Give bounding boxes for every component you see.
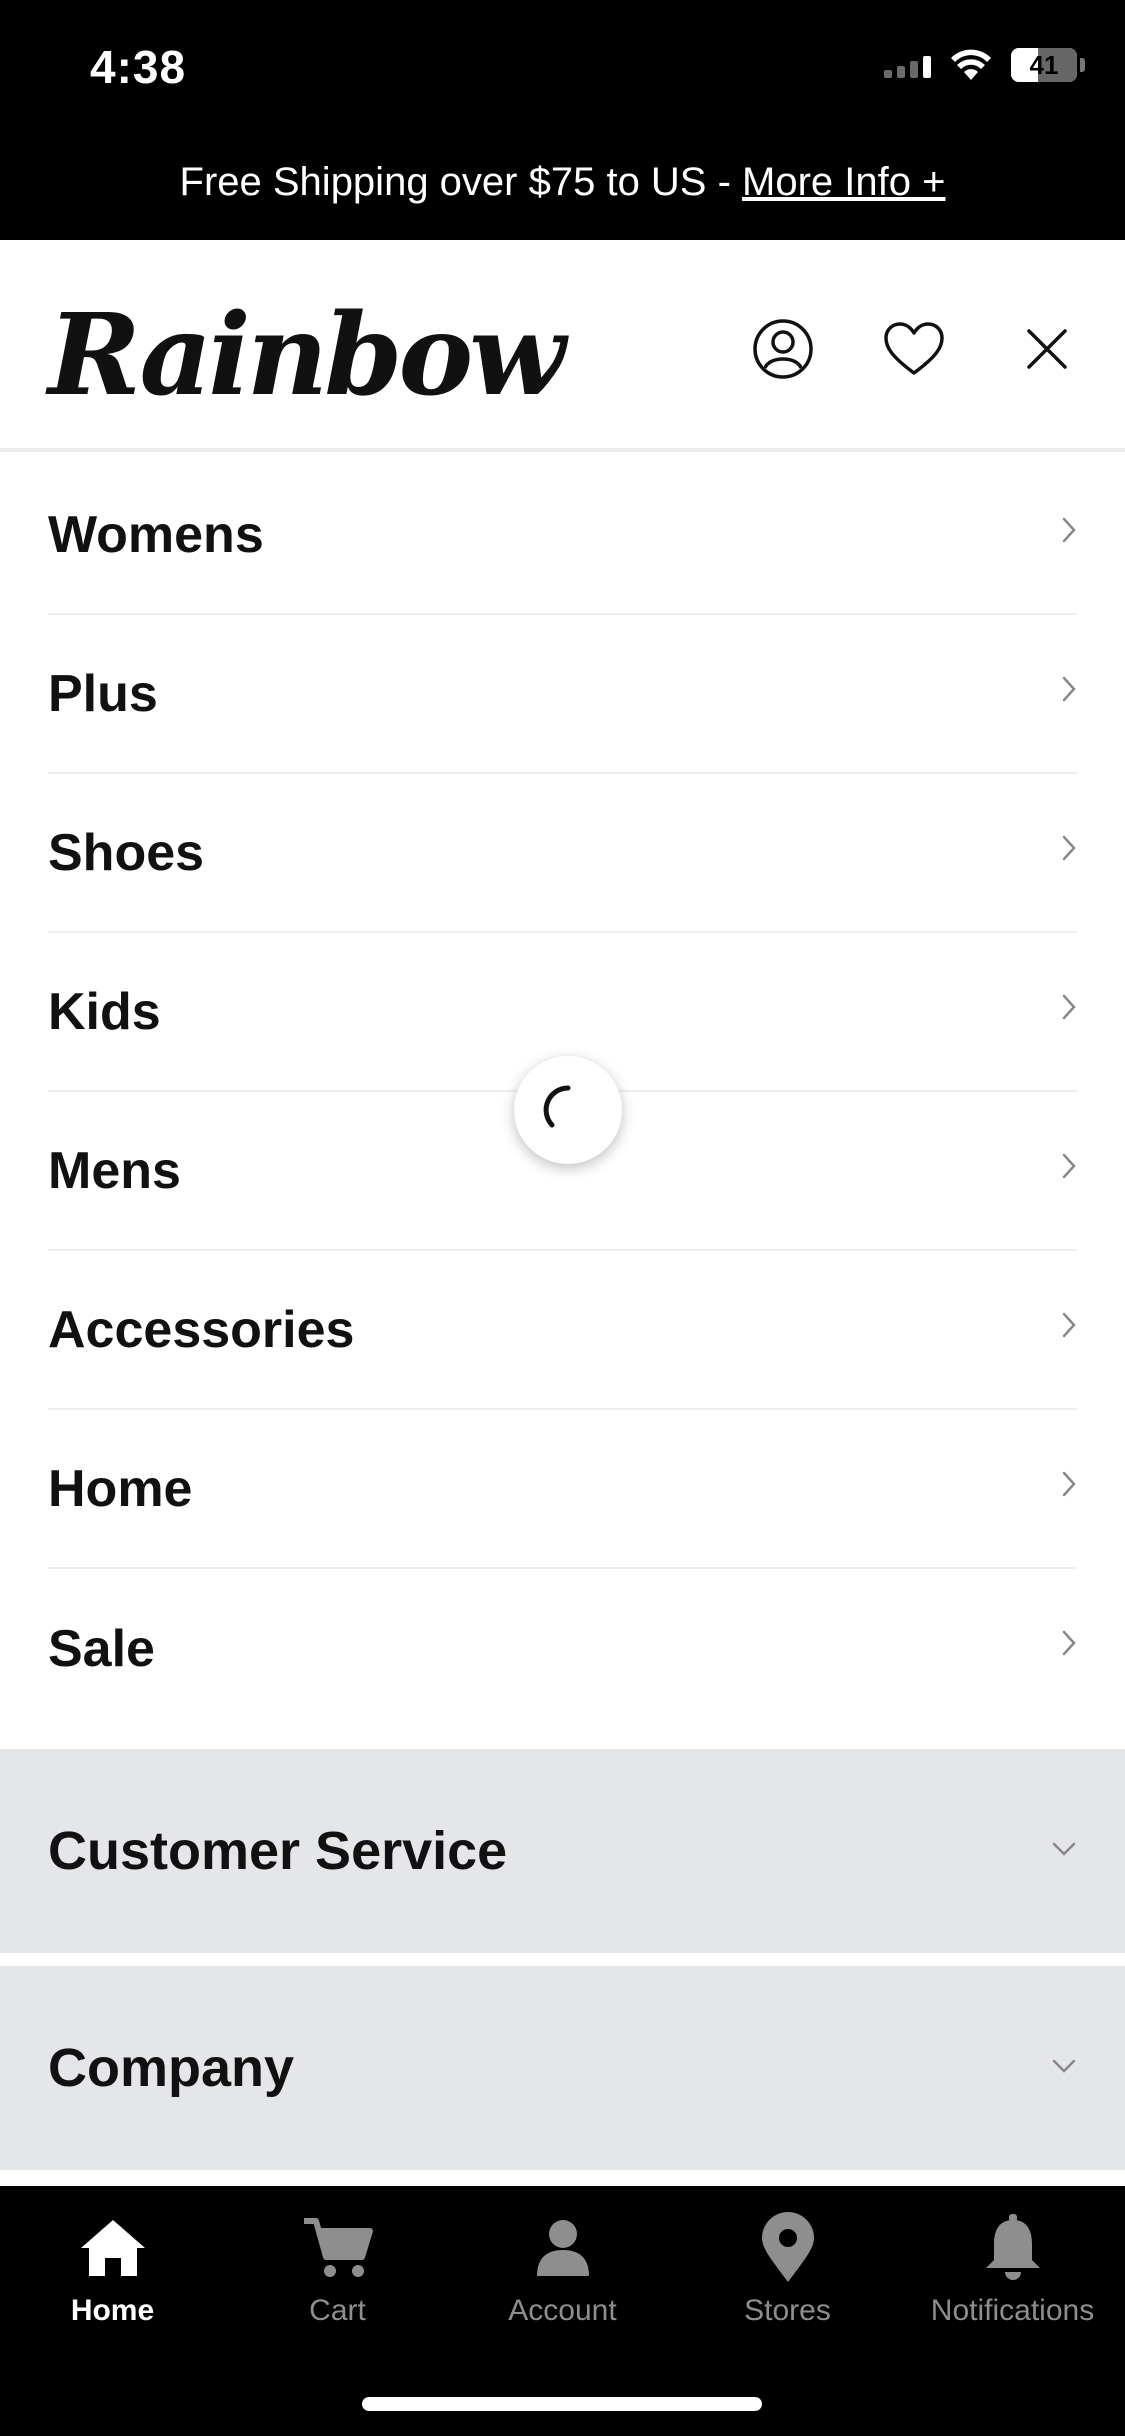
location-pin-icon — [758, 2208, 818, 2288]
chevron-right-icon — [1062, 1312, 1076, 1338]
menu-item-label: Accessories — [48, 1300, 355, 1359]
chevron-right-icon — [1062, 676, 1076, 702]
status-indicators: 41 — [884, 48, 1085, 82]
accordion-label: Customer Service — [48, 1821, 508, 1881]
menu-item-label: Home — [48, 1459, 193, 1518]
chevron-down-icon — [1052, 1842, 1076, 1856]
cart-icon — [300, 2208, 376, 2288]
tab-account[interactable]: Account — [450, 2208, 675, 2348]
tab-label: Cart — [309, 2294, 366, 2327]
tab-notifications[interactable]: Notifications — [900, 2208, 1125, 2348]
menu-item-home[interactable]: Home — [48, 1410, 1077, 1569]
menu-item-label: Kids — [48, 982, 161, 1041]
tab-stores[interactable]: Stores — [675, 2208, 900, 2348]
bell-icon — [980, 2208, 1046, 2288]
chevron-right-icon — [1062, 994, 1076, 1020]
menu-item-label: Womens — [48, 505, 264, 564]
accordion-label: Company — [48, 2038, 295, 2098]
menu-item-label: Sale — [48, 1619, 155, 1678]
chevron-right-icon — [1062, 835, 1076, 861]
brand-logo[interactable]: Rainbow — [48, 290, 566, 421]
promo-text: Free Shipping over $75 to US - — [179, 160, 743, 204]
chevron-right-icon — [1062, 1630, 1076, 1656]
more-info-link[interactable]: More Info + — [742, 160, 945, 204]
home-icon — [77, 2208, 149, 2288]
close-icon[interactable] — [1012, 314, 1082, 384]
wishlist-heart-icon[interactable] — [879, 314, 949, 384]
menu-item-label: Mens — [48, 1141, 181, 1200]
promo-banner: Free Shipping over $75 to US - More Info… — [0, 160, 1125, 205]
menu-item-womens[interactable]: Womens — [48, 456, 1077, 615]
menu-item-shoes[interactable]: Shoes — [48, 774, 1077, 933]
menu-item-label: Plus — [48, 664, 158, 723]
accordion-company[interactable]: Company — [0, 1966, 1125, 2170]
chevron-right-icon — [1062, 1153, 1076, 1179]
tab-label: Home — [70, 2294, 155, 2327]
menu-item-label: Shoes — [48, 823, 205, 882]
account-icon[interactable] — [748, 314, 818, 384]
battery-icon: 41 — [1011, 48, 1085, 82]
chevron-down-icon — [1052, 2059, 1076, 2073]
battery-percent: 41 — [1029, 49, 1059, 80]
tab-label: Account — [508, 2294, 617, 2327]
chevron-right-icon — [1062, 517, 1076, 543]
tab-label: Stores — [744, 2294, 831, 2327]
menu-item-plus[interactable]: Plus — [48, 615, 1077, 774]
tab-home[interactable]: Home — [0, 2208, 225, 2348]
account-icon — [531, 2208, 595, 2288]
top-banner: 4:38 41 Free Shipping over $75 to US - M… — [0, 0, 1125, 240]
home-indicator — [362, 2397, 762, 2411]
tab-label: Notifications — [930, 2294, 1095, 2327]
menu-header: Rainbow — [0, 240, 1125, 452]
cellular-signal-icon — [884, 52, 931, 78]
menu-item-accessories[interactable]: Accessories — [48, 1251, 1077, 1410]
tab-cart[interactable]: Cart — [225, 2208, 450, 2348]
menu-item-sale[interactable]: Sale — [48, 1569, 1077, 1728]
chevron-right-icon — [1062, 1471, 1076, 1497]
loading-spinner — [514, 1056, 622, 1164]
app-screen: 4:38 41 Free Shipping over $75 to US - M… — [0, 0, 1125, 2436]
accordion-customer-service[interactable]: Customer Service — [0, 1749, 1125, 1953]
status-time: 4:38 — [90, 41, 187, 93]
wifi-icon — [949, 48, 993, 82]
